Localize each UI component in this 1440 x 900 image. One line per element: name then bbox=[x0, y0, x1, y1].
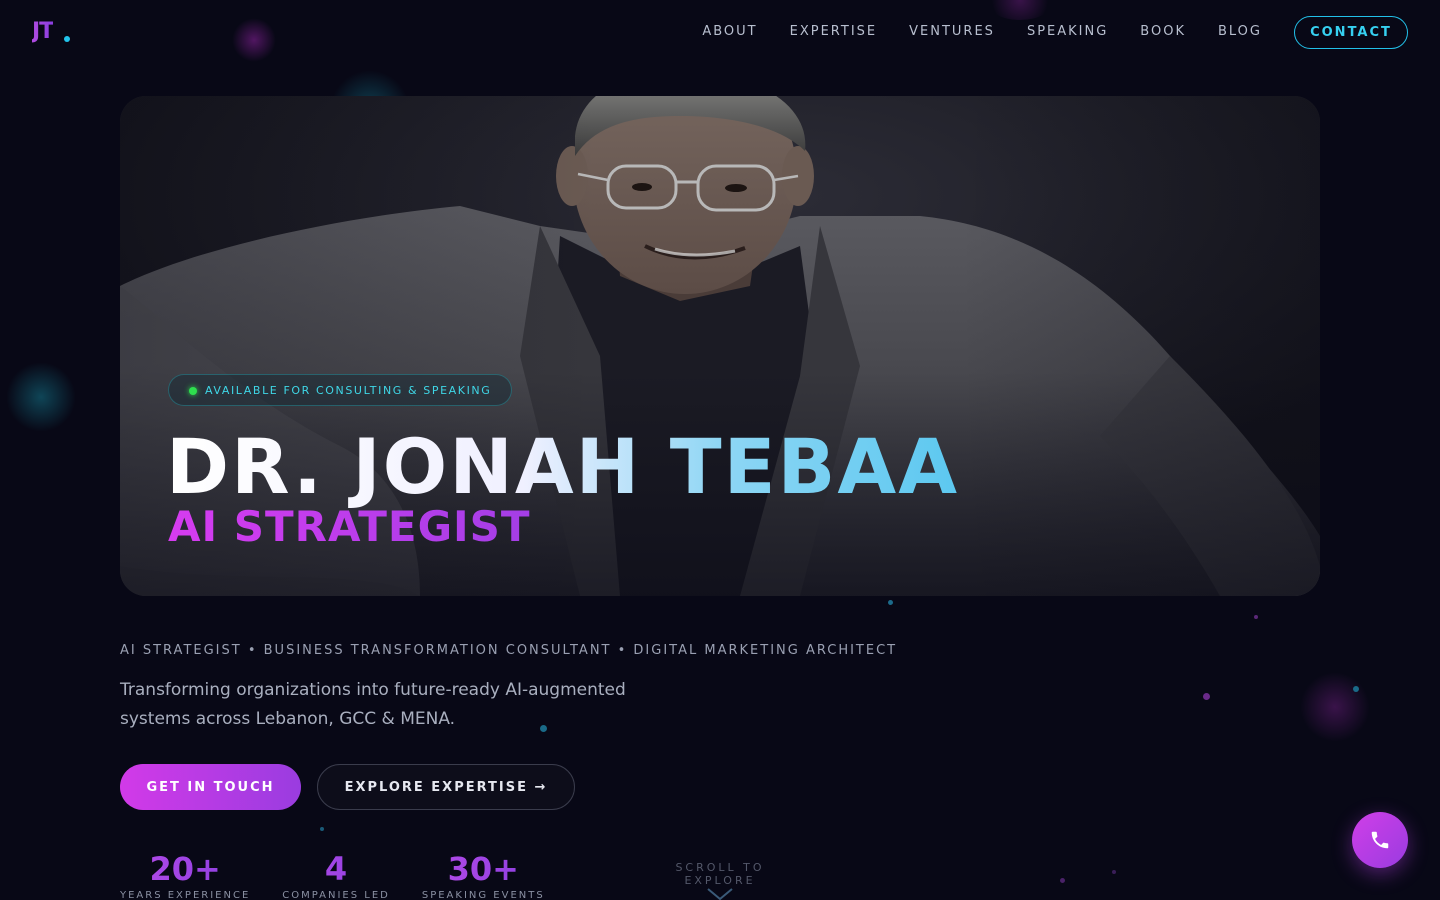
stat-label: COMPANIES LED bbox=[282, 890, 390, 900]
site-logo[interactable]: JT bbox=[32, 19, 54, 44]
particle bbox=[888, 600, 893, 605]
ambient-glow bbox=[1300, 672, 1370, 742]
stat-value: 4 bbox=[282, 850, 390, 888]
logo-dot bbox=[64, 36, 70, 42]
status-dot bbox=[189, 387, 197, 395]
hero-role: AI STRATEGIST bbox=[168, 502, 531, 551]
stat-value: 20+ bbox=[120, 850, 250, 888]
scroll-hint[interactable]: SCROLL TO EXPLORE bbox=[641, 861, 799, 887]
stats-row: 20+ YEARS EXPERIENCE 4 COMPANIES LED 30+… bbox=[120, 850, 577, 900]
particle bbox=[320, 827, 324, 831]
particle bbox=[1060, 878, 1065, 883]
contact-button[interactable]: CONTACT bbox=[1294, 16, 1408, 49]
hero-card: AVAILABLE FOR CONSULTING & SPEAKING DR. … bbox=[120, 96, 1320, 596]
particle bbox=[1353, 686, 1359, 692]
ambient-glow bbox=[6, 362, 76, 432]
stat-speaking: 30+ SPEAKING EVENTS bbox=[422, 850, 545, 900]
stat-label: YEARS EXPERIENCE bbox=[120, 890, 251, 900]
hero-tagline: Transforming organizations into future-r… bbox=[120, 680, 626, 729]
get-in-touch-button[interactable]: GET IN TOUCH bbox=[120, 764, 301, 810]
chevron-down-icon[interactable] bbox=[706, 886, 734, 900]
stat-companies: 4 COMPANIES LED bbox=[282, 850, 390, 900]
nav-links: ABOUT EXPERTISE VENTURES SPEAKING BOOK B… bbox=[702, 24, 1262, 39]
hero-name: DR. JONAH TEBAA bbox=[166, 422, 960, 511]
nav-link-book[interactable]: BOOK bbox=[1140, 24, 1186, 39]
call-fab-button[interactable] bbox=[1352, 812, 1408, 868]
nav-link-about[interactable]: ABOUT bbox=[702, 24, 757, 39]
nav-link-blog[interactable]: BLOG bbox=[1218, 24, 1262, 39]
particle bbox=[1203, 693, 1210, 700]
particle bbox=[1112, 870, 1116, 874]
nav-link-expertise[interactable]: EXPERTISE bbox=[790, 24, 878, 39]
availability-text: AVAILABLE FOR CONSULTING & SPEAKING bbox=[205, 383, 492, 397]
particle bbox=[1254, 615, 1258, 619]
nav-link-ventures[interactable]: VENTURES bbox=[909, 24, 995, 39]
availability-badge: AVAILABLE FOR CONSULTING & SPEAKING bbox=[168, 374, 513, 406]
stat-years: 20+ YEARS EXPERIENCE bbox=[120, 850, 250, 900]
nav-link-speaking[interactable]: SPEAKING bbox=[1027, 24, 1108, 39]
professional-titles: AI STRATEGIST • BUSINESS TRANSFORMATION … bbox=[120, 643, 898, 658]
phone-icon bbox=[1371, 831, 1389, 849]
top-navbar: JT ABOUT EXPERTISE VENTURES SPEAKING BOO… bbox=[0, 0, 1440, 64]
explore-expertise-button[interactable]: EXPLORE EXPERTISE → bbox=[317, 764, 575, 810]
stat-label: SPEAKING EVENTS bbox=[421, 890, 545, 900]
stat-value: 30+ bbox=[422, 850, 545, 888]
